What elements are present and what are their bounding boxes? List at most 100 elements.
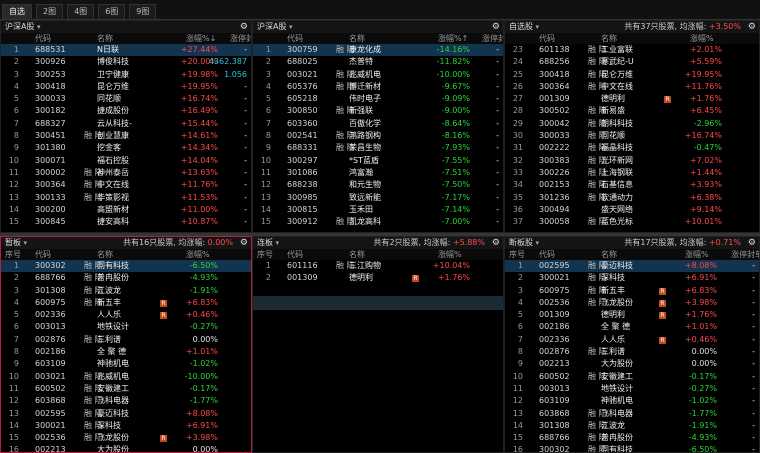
panel-title[interactable]: 暂板 xyxy=(5,238,21,247)
table-row[interactable]: 35 301236 融 陆软通动力 +6.38% xyxy=(505,192,759,204)
header-name[interactable]: 名称 xyxy=(349,33,365,44)
header-code[interactable]: 代码 xyxy=(287,33,303,44)
gear-icon[interactable]: ⚙ xyxy=(492,21,500,33)
table-row[interactable]: 2 001309 德明利 R +1.76% xyxy=(253,272,503,284)
table-row[interactable]: 6 002186 全 聚 德 +1.01% - xyxy=(505,321,759,333)
table-row[interactable]: 2 300021 融 陆深科技 +6.91% - xyxy=(505,272,759,284)
tab-3[interactable]: 6图 xyxy=(98,4,126,19)
chevron-down-icon[interactable]: ▾ xyxy=(536,23,540,31)
panel-title-bar[interactable]: 沪深A股 ▾ ⚙ xyxy=(1,21,251,33)
header-seal-amount[interactable]: 涨停封单额 xyxy=(230,33,251,44)
table-row[interactable]: 33 300226 融 陆上海钢联 +1.44% xyxy=(505,167,759,179)
table-row[interactable]: 13 300133 融 陆华策影视 +11.53% - xyxy=(1,192,251,204)
table-row[interactable]: 12 603109 神驰机电 -1.02% - xyxy=(505,395,759,407)
panel-title-bar[interactable]: 自选股 ▾ 共有37只股票, 均涨幅: +3.50% ⚙ xyxy=(505,21,759,33)
table-row[interactable]: 13 002595 融 陆豪迈科技 +8.08% xyxy=(1,408,251,420)
header-seal-amount[interactable]: 涨停封单额 xyxy=(482,33,503,44)
table-row[interactable]: 2 688025 杰普特 -11.82% - xyxy=(253,56,503,68)
table-row[interactable]: 11 600502 融 陆安徽建工 -0.17% xyxy=(1,383,251,395)
panel-title-bar[interactable]: 沪深A股 ▾ ⚙ xyxy=(253,21,503,33)
table-row[interactable]: 25 300418 融 陆昆仑万维 +19.95% xyxy=(505,69,759,81)
table-row[interactable]: 16 002213 大为股份 0.00% xyxy=(1,444,251,452)
table-row[interactable]: 37 300058 融 陆蓝色光标 +10.01% xyxy=(505,216,759,228)
header-change[interactable]: 涨幅%↑ xyxy=(438,33,468,44)
table-row[interactable]: 1 688531 N日联 +27.44% - xyxy=(1,44,251,57)
table-row[interactable]: 3 301308 融 陆江波龙 -1.91% xyxy=(1,285,251,297)
header-code[interactable]: 代码 xyxy=(35,249,51,260)
header-name[interactable]: 名称 xyxy=(601,249,617,260)
header-code[interactable]: 代码 xyxy=(539,33,555,44)
header-change[interactable]: 涨幅% xyxy=(685,249,709,260)
table-row[interactable]: 6 003013 地铁设计 -0.27% xyxy=(1,321,251,333)
header-no[interactable]: 序号 xyxy=(509,249,525,260)
panel-title[interactable]: 沪深A股 xyxy=(257,22,286,31)
table-row[interactable]: 4 300418 昆仑万维 +19.95% - xyxy=(1,81,251,93)
table-row[interactable]: 4 002536 融 陆飞龙股份 R +3.98% - xyxy=(505,297,759,309)
gear-icon[interactable]: ⚙ xyxy=(748,237,756,249)
table-row[interactable]: 27 001309 德明利 R +1.76% xyxy=(505,93,759,105)
panel-title[interactable]: 自选股 xyxy=(509,22,533,31)
header-name[interactable]: 名称 xyxy=(97,33,113,44)
table-row[interactable]: 15 688766 融 陆普冉股份 -4.93% - xyxy=(505,432,759,444)
table-row[interactable]: 9 603109 神驰机电 -1.02% xyxy=(1,358,251,370)
tab-2[interactable]: 4图 xyxy=(67,4,95,19)
chevron-down-icon[interactable]: ▾ xyxy=(24,239,28,247)
table-row[interactable]: 5 605218 伟时电子 -9.09% - xyxy=(253,93,503,105)
table-row[interactable]: 10 300297 *ST蓝盾 -7.55% - xyxy=(253,155,503,167)
table-row[interactable]: 3 600975 融 陆新五丰 R +6.83% - xyxy=(505,285,759,297)
table-row[interactable]: 1 300302 融 陆同有科技 -6.50% xyxy=(1,260,251,273)
table-row[interactable]: 9 688331 融 陆荣昌生物 -7.93% - xyxy=(253,142,503,154)
table-row[interactable]: 8 300451 融 陆创业慧康 +14.61% - xyxy=(1,130,251,142)
table-row[interactable]: 13 603868 融 陆飞科电器 -1.77% - xyxy=(505,408,759,420)
header-change[interactable]: 涨幅% xyxy=(690,33,714,44)
table-row[interactable]: 36 300494 盛天网络 +9.14% xyxy=(505,204,759,216)
table-row[interactable]: 14 300021 融 陆深科技 +6.91% xyxy=(1,420,251,432)
table-row[interactable]: 11 300002 融 陆神州泰岳 +13.63% - xyxy=(1,167,251,179)
table-row[interactable]: 10 300071 福石控股 +14.04% - xyxy=(1,155,251,167)
header-seal-amount[interactable]: 涨停封单额 xyxy=(731,249,759,260)
table-row[interactable]: 11 003013 地铁设计 -0.27% - xyxy=(505,383,759,395)
table-row[interactable]: 8 002186 全 聚 德 +1.01% xyxy=(1,346,251,358)
table-row[interactable]: 16 300302 融 陆同有科技 -6.50% - xyxy=(505,444,759,452)
panel-title[interactable]: 连板 xyxy=(257,238,273,247)
table-row[interactable]: 3 003021 融 陆兆威机电 -10.00% - xyxy=(253,69,503,81)
header-change[interactable]: 涨幅%↓ xyxy=(186,33,216,44)
table-row[interactable]: 15 002536 融 陆飞龙股份 R +3.98% xyxy=(1,432,251,444)
header-no[interactable]: 序号 xyxy=(257,249,273,260)
chevron-down-icon[interactable]: ▾ xyxy=(289,23,293,31)
chevron-down-icon[interactable]: ▾ xyxy=(276,239,280,247)
table-row[interactable]: 5 001309 德明利 R +1.76% - xyxy=(505,309,759,321)
table-row[interactable]: 1 300759 融 陆康龙化成 -14.16% - xyxy=(253,44,503,57)
table-row[interactable]: 5 002336 人人乐 R +0.46% xyxy=(1,309,251,321)
table-row[interactable]: 14 300815 玉禾田 -7.14% - xyxy=(253,204,503,216)
table-row[interactable]: 6 300850 融 陆新强联 -9.00% - xyxy=(253,105,503,117)
table-row[interactable]: 15 300845 捷安高科 +10.87% - xyxy=(1,216,251,228)
table-row[interactable]: 14 300200 高盟新材 +11.00% - xyxy=(1,204,251,216)
chevron-down-icon[interactable]: ▾ xyxy=(536,239,540,247)
table-row[interactable]: 1 002595 融 陆豪迈科技 +8.08% - xyxy=(505,260,759,273)
table-row[interactable]: 14 301308 融 陆江波龙 -1.91% - xyxy=(505,420,759,432)
panel-title-bar[interactable]: 连板 ▾ 共有2只股票, 均涨幅: +5.88% ⚙ xyxy=(253,237,503,249)
table-row[interactable]: 11 301086 鸿富瀚 -7.51% - xyxy=(253,167,503,179)
tab-1[interactable]: 2图 xyxy=(36,4,64,19)
tab-4[interactable]: 9图 xyxy=(129,4,157,19)
table-row[interactable]: 23 601138 融 陆工业富联 +2.01% xyxy=(505,44,759,56)
chevron-down-icon[interactable]: ▾ xyxy=(37,23,41,31)
panel-title[interactable]: 断板股 xyxy=(509,238,533,247)
table-row[interactable]: 28 300502 融 陆新易盛 +6.45% xyxy=(505,105,759,117)
table-row[interactable]: 32 300383 融 陆光环新网 +7.02% xyxy=(505,155,759,167)
table-row[interactable]: 12 603868 融 陆飞科电器 -1.77% xyxy=(1,395,251,407)
table-row[interactable]: 9 301380 挖金客 +14.34% - xyxy=(1,142,251,154)
table-row[interactable]: 7 603360 百傲化学 -8.64% - xyxy=(253,118,503,130)
table-row[interactable]: 2 688766 融 陆普冉股份 -4.93% xyxy=(1,272,251,284)
table-row[interactable]: 24 688256 融 陆寒武纪-U +5.59% xyxy=(505,56,759,68)
header-code[interactable]: 代码 xyxy=(539,249,555,260)
table-row[interactable]: 10 600502 融 陆安徽建工 -0.17% - xyxy=(505,371,759,383)
panel-title-bar[interactable]: 断板股 ▾ 共有17只股票, 均涨幅: +0.71% ⚙ xyxy=(505,237,759,249)
table-row[interactable]: 7 002336 人人乐 R +0.46% - xyxy=(505,334,759,346)
table-row[interactable]: 8 002541 融 陆鸿路钢构 -8.16% - xyxy=(253,130,503,142)
table-row[interactable]: 4 605376 融 陆博迁新材 -9.67% - xyxy=(253,81,503,93)
tab-0[interactable]: 自选 xyxy=(2,4,32,19)
table-row[interactable]: 2 300926 博俊科技 +20.00% 4362.387 xyxy=(1,56,251,68)
table-row[interactable]: 3 300253 卫宁健康 +19.98% 1.056 xyxy=(1,69,251,81)
